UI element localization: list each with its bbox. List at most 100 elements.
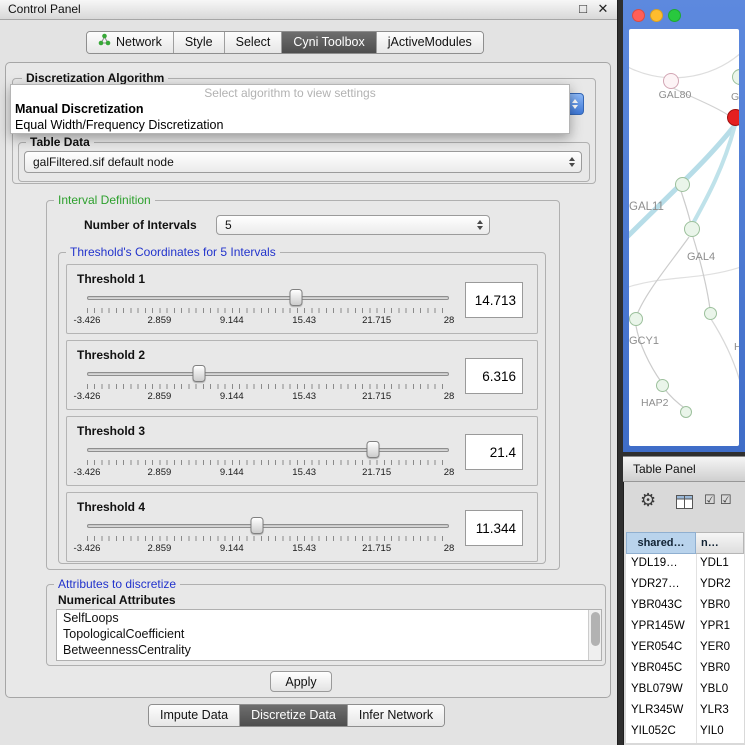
tab-jactivemodules[interactable]: jActiveModules: [377, 32, 483, 53]
table-row[interactable]: YDR27…YDR2: [626, 575, 744, 596]
threshold-4-slider[interactable]: [87, 517, 449, 535]
tab-infer-network[interactable]: Infer Network: [348, 705, 444, 726]
cell: YBR043C: [631, 599, 693, 611]
column-header-shared-name[interactable]: shared…: [626, 532, 696, 554]
tab-infer-network-label: Infer Network: [359, 705, 433, 726]
node-label: GAL11: [629, 201, 664, 213]
table-row[interactable]: YBR043CYBR0: [626, 596, 744, 617]
slider-track[interactable]: [87, 372, 449, 376]
tab-network-label: Network: [116, 32, 162, 53]
list-item[interactable]: BetweennessCentrality: [57, 642, 601, 658]
threshold-1-slider-thumb[interactable]: [289, 289, 302, 306]
algorithm-dropdown-popup: Select algorithm to view settings Manual…: [10, 84, 570, 134]
network-node[interactable]: [684, 221, 700, 237]
network-node[interactable]: [704, 307, 717, 320]
column-header-name[interactable]: n…: [696, 532, 744, 554]
dropdown-arrows-icon: [565, 152, 578, 172]
network-node[interactable]: [680, 406, 692, 418]
tab-select[interactable]: Select: [225, 32, 283, 53]
mac-close-icon[interactable]: [632, 9, 645, 22]
float-icon[interactable]: □: [575, 1, 591, 16]
table-row[interactable]: YER054CYER0: [626, 638, 744, 659]
numerical-attributes-list: SelfLoops TopologicalCoefficient Between…: [56, 609, 602, 661]
threshold-4-value-field[interactable]: 11.344: [465, 510, 523, 546]
network-canvas[interactable]: GAL80 GA GAL11 GAL4 GCY1 HAP2 H: [629, 29, 739, 446]
apply-button[interactable]: Apply: [270, 671, 332, 692]
slider-scale: -3.426 2.859 9.144 15.43 21.715 28: [87, 315, 449, 327]
node-label: GCY1: [629, 335, 659, 347]
cell: YBR045C: [631, 662, 693, 674]
list-item[interactable]: TopologicalCoefficient: [57, 626, 601, 642]
checkbox-icon[interactable]: ☑: [720, 492, 732, 508]
scale-label: 21.715: [362, 543, 391, 554]
control-panel-title: Control Panel: [8, 0, 81, 19]
scale-label: -3.426: [74, 315, 101, 326]
tab-network[interactable]: Network: [87, 32, 174, 53]
attributes-group-title: Attributes to discretize: [54, 577, 180, 591]
slider-track[interactable]: [87, 448, 449, 452]
threshold-2-value-field[interactable]: 6.316: [465, 358, 523, 394]
threshold-2-slider-thumb[interactable]: [193, 365, 206, 382]
cell: YBR0: [700, 662, 744, 674]
scale-label: 15.43: [292, 391, 316, 402]
network-node[interactable]: [675, 177, 690, 192]
popup-item-manual-discretization[interactable]: Manual Discretization: [11, 101, 569, 117]
close-icon[interactable]: ✕: [595, 1, 611, 17]
mac-zoom-icon[interactable]: [668, 9, 681, 22]
cell: YBL079W: [631, 683, 693, 695]
number-of-intervals-combo[interactable]: 5: [216, 215, 490, 235]
tab-select-label: Select: [236, 32, 271, 53]
table-row[interactable]: YBR045C YBR0: [626, 659, 744, 680]
table-panel-titlebar: Table Panel: [623, 456, 745, 482]
threshold-3-label: Threshold 3: [77, 424, 145, 438]
scale-label: 21.715: [362, 315, 391, 326]
scale-label: 2.859: [148, 315, 172, 326]
tab-cyni-toolbox-label: Cyni Toolbox: [293, 32, 364, 53]
scale-label: 28: [444, 543, 455, 554]
algorithm-placeholder: Select algorithm to view settings: [11, 85, 569, 101]
slider-track[interactable]: [87, 524, 449, 528]
gear-icon[interactable]: ⚙: [640, 490, 656, 511]
popup-item-equal-width-frequency[interactable]: Equal Width/Frequency Discretization: [11, 117, 569, 133]
table-data-combo-value: galFiltered.sif default node: [33, 152, 174, 172]
threshold-1-slider[interactable]: [87, 289, 449, 307]
table-row[interactable]: YLR345WYLR3: [626, 701, 744, 722]
threshold-1-label: Threshold 1: [77, 272, 145, 286]
table-row[interactable]: YBL079WYBL0: [626, 680, 744, 701]
mac-minimize-icon[interactable]: [650, 9, 663, 22]
threshold-3-value-field[interactable]: 21.4: [465, 434, 523, 470]
node-label: GAL4: [687, 251, 715, 263]
threshold-4-slider-thumb[interactable]: [251, 517, 264, 534]
scale-label: 9.144: [220, 543, 244, 554]
threshold-1-value-field[interactable]: 14.713: [465, 282, 523, 318]
network-node-selected[interactable]: [727, 109, 739, 126]
table-row[interactable]: YIL052CYIL0: [626, 722, 744, 743]
node-label: GAL80: [645, 89, 705, 101]
tab-impute-data-label: Impute Data: [160, 705, 228, 726]
network-node[interactable]: [656, 379, 669, 392]
table-row[interactable]: YPR145WYPR1: [626, 617, 744, 638]
slider-track[interactable]: [87, 296, 449, 300]
scale-label: 2.859: [148, 467, 172, 478]
network-view-window[interactable]: GAL80 GA GAL11 GAL4 GCY1 HAP2 H: [623, 0, 745, 452]
network-node[interactable]: [629, 312, 643, 326]
tab-style[interactable]: Style: [174, 32, 225, 53]
list-item[interactable]: SelfLoops: [57, 610, 601, 626]
threshold-2-slider[interactable]: [87, 365, 449, 383]
checkbox-icon[interactable]: ☑: [704, 492, 716, 508]
table-row[interactable]: YDL19…YDL1: [626, 554, 744, 575]
threshold-3-slider[interactable]: [87, 441, 449, 459]
tab-impute-data[interactable]: Impute Data: [149, 705, 240, 726]
table-data-combo[interactable]: galFiltered.sif default node: [24, 151, 582, 173]
scale-label: 28: [444, 315, 455, 326]
threshold-3-slider-thumb[interactable]: [366, 441, 379, 458]
vertical-scrollbar[interactable]: [588, 610, 601, 660]
columns-icon[interactable]: [676, 495, 693, 514]
interval-definition-group-title: Interval Definition: [54, 193, 155, 207]
cell: YDL19…: [631, 557, 693, 569]
threshold-2-box: Threshold 2 -3.426 2.859 9.144 15.43 21.…: [66, 340, 538, 410]
tab-cyni-toolbox[interactable]: Cyni Toolbox: [282, 32, 376, 53]
scrollbar-thumb[interactable]: [591, 612, 600, 646]
network-node[interactable]: [663, 73, 679, 89]
tab-discretize-data[interactable]: Discretize Data: [240, 705, 348, 726]
